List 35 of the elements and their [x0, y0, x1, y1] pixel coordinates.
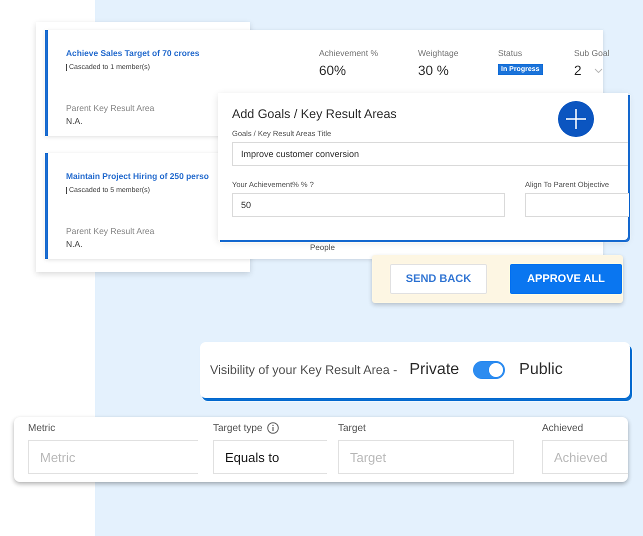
send-back-button[interactable]: SEND BACK [390, 264, 487, 294]
option-label: Private [409, 361, 460, 379]
input-field[interactable]: Metric [28, 440, 198, 474]
field-value: N.A. [66, 239, 83, 249]
field-label: Metric [28, 422, 56, 434]
stat-label: Weightage [418, 48, 458, 58]
field-label: Achieved [542, 422, 584, 434]
stat-value: 2 [574, 63, 582, 78]
add-icon[interactable] [558, 101, 594, 137]
input-field[interactable] [525, 193, 629, 217]
field-label: Target [338, 422, 366, 434]
stat-label: Sub Goal [574, 48, 610, 58]
goal-title[interactable]: Maintain Project Hiring of 250 perso [66, 171, 209, 181]
field-label: Target type [213, 422, 262, 434]
goal-title[interactable]: Achieve Sales Target of 70 crores [66, 48, 200, 58]
visibility-label: Visibility of your Key Result Area - [210, 363, 398, 377]
input-field[interactable]: Achieved [542, 440, 628, 474]
chevron-down-icon[interactable] [594, 68, 603, 74]
field-label: Parent Key Result Area [66, 103, 154, 113]
approve-button[interactable]: APPROVE ALL [510, 264, 622, 294]
input-field[interactable]: Equals to [213, 440, 327, 474]
field-value: N.A. [66, 116, 83, 126]
input-field[interactable]: 50 [232, 193, 505, 217]
field-value: People [310, 243, 335, 252]
option-label: Public [519, 361, 563, 379]
input-field[interactable]: Target [338, 440, 514, 474]
info-icon[interactable] [267, 422, 280, 434]
stat-label: Status [498, 48, 524, 58]
field-label: Parent Key Result Area [66, 226, 154, 236]
toggle-switch[interactable] [473, 361, 506, 379]
panel-title: Add Goals / Key Result Areas [232, 107, 398, 121]
stat-value: 60% [319, 63, 346, 78]
input-field[interactable]: Improve customer conversion [232, 142, 628, 166]
stat-label: Achievement % [319, 48, 378, 58]
stat-value: 30 % [418, 63, 449, 78]
